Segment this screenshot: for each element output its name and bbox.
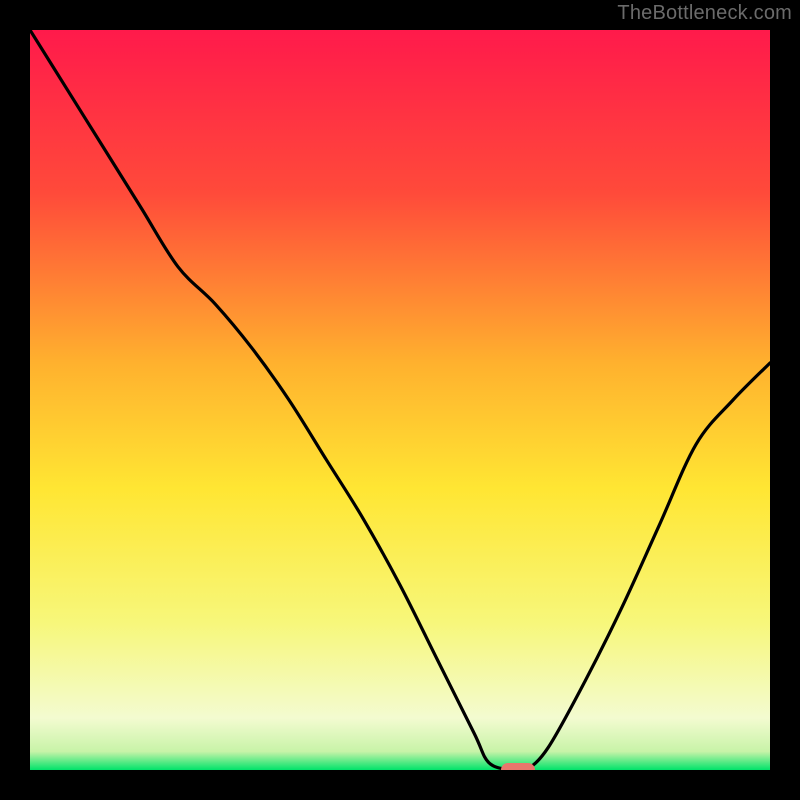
watermark-text: TheBottleneck.com — [617, 2, 792, 25]
chart-frame: TheBottleneck.com — [0, 0, 800, 800]
optimum-marker — [501, 763, 535, 770]
gradient-chart — [30, 30, 770, 770]
plot-area — [30, 30, 770, 770]
gradient-background — [30, 30, 770, 770]
